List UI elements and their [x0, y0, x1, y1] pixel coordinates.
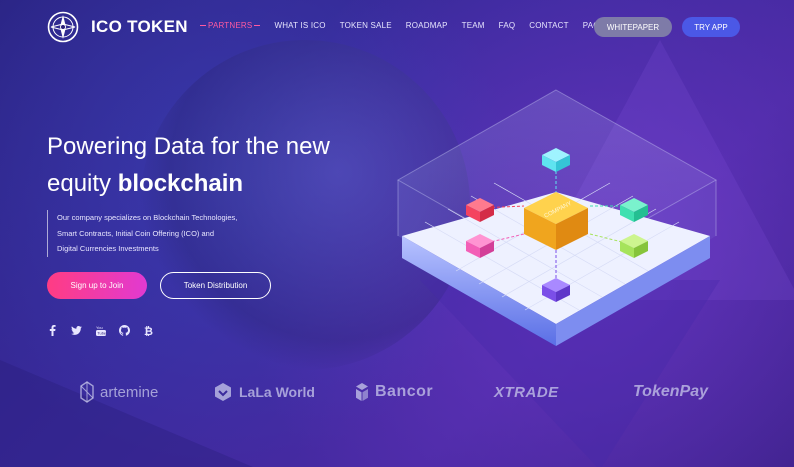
sign-up-button[interactable]: Sign up to Join: [47, 272, 147, 299]
partner-lala-world[interactable]: LaLa World: [213, 370, 315, 414]
main-nav: PARTNERS WHAT IS ICO TOKEN SALE ROADMAP …: [200, 21, 611, 30]
youtube-icon[interactable]: You Tube: [95, 325, 106, 336]
brand-name: ICO TOKEN: [91, 17, 188, 36]
hero-title-line1: Powering Data for the new: [47, 133, 330, 160]
partner-label: TokenPay: [633, 383, 708, 400]
whitepaper-button[interactable]: WHITEPAPER: [594, 17, 672, 37]
hero-desc-line: Digital Currencies Investments: [57, 244, 159, 253]
svg-text:You: You: [96, 325, 103, 330]
nav-item-contact[interactable]: CONTACT: [529, 21, 568, 30]
nav-item-faq[interactable]: FAQ: [499, 21, 516, 30]
twitter-icon[interactable]: [71, 325, 82, 336]
hero-title-line2-bold: blockchain: [117, 170, 244, 197]
nav-item-team[interactable]: TEAM: [462, 21, 485, 30]
svg-text:₿: ₿: [144, 325, 153, 336]
partner-label: artemine: [100, 383, 159, 401]
bancor-logo-icon: [356, 383, 368, 401]
partner-xtrade[interactable]: XTRADE: [494, 370, 559, 414]
partner-logos: artemine LaLa World Bancor XTRADE TokenP…: [0, 370, 794, 414]
partner-artemine[interactable]: artemine: [80, 370, 158, 414]
partner-bancor[interactable]: Bancor: [355, 370, 433, 414]
blockchain-platform-illustration: COMPANY: [396, 89, 718, 346]
hero-desc-line: Smart Contracts, Initial Coin Offering (…: [57, 228, 215, 238]
token-distribution-button[interactable]: Token Distribution: [160, 272, 271, 299]
social-links: You Tube ₿: [47, 325, 154, 336]
try-app-button[interactable]: TRY APP: [682, 17, 740, 37]
partner-label: Bancor: [375, 383, 434, 400]
partner-tokenpay[interactable]: TokenPay: [633, 370, 708, 414]
github-icon[interactable]: [119, 325, 130, 336]
artemine-logo-icon: [80, 381, 94, 403]
bitcoin-icon[interactable]: ₿: [143, 325, 154, 336]
nav-item-partners[interactable]: PARTNERS: [200, 21, 260, 30]
svg-text:Tube: Tube: [97, 331, 106, 336]
nav-item-token-sale[interactable]: TOKEN SALE: [340, 21, 392, 30]
logo[interactable]: ICO TOKEN: [47, 11, 188, 43]
partner-label: LaLa World: [239, 384, 315, 400]
hero-desc-line: Our company specializes on Blockchain Te…: [57, 213, 238, 222]
site-header: ICO TOKEN PARTNERS WHAT IS ICO TOKEN SAL…: [0, 0, 794, 56]
facebook-icon[interactable]: [47, 325, 58, 336]
nav-item-roadmap[interactable]: ROADMAP: [406, 21, 448, 30]
nav-item-what-is-ico[interactable]: WHAT IS ICO: [274, 21, 325, 30]
hero-title-line2-prefix: equity: [47, 170, 118, 197]
partner-label: XTRADE: [494, 383, 559, 401]
lala-world-logo-icon: [215, 383, 231, 401]
compass-logo-icon: [47, 11, 79, 43]
hero-title: Powering Data for the new equity blockch…: [47, 128, 367, 202]
hero-description: Our company specializes on Blockchain Te…: [47, 210, 277, 257]
